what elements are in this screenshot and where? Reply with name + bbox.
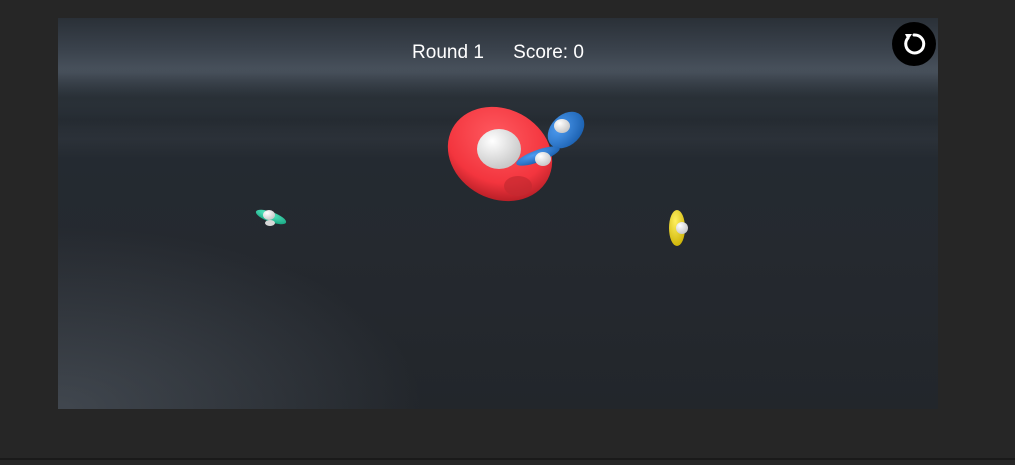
bottom-divider — [0, 458, 1015, 460]
restart-button[interactable] — [892, 22, 936, 66]
round-label: Round 1 — [412, 42, 484, 63]
hud: Round 1 Score: 0 — [58, 42, 938, 64]
yellow-ufo[interactable] — [669, 210, 688, 246]
ufo-targets — [254, 106, 688, 246]
restart-icon — [904, 33, 926, 55]
game-viewport[interactable]: Round 1 Score: 0 — [58, 18, 938, 409]
score-label: Score: 0 — [513, 42, 584, 63]
teal-ufo[interactable] — [254, 207, 287, 227]
